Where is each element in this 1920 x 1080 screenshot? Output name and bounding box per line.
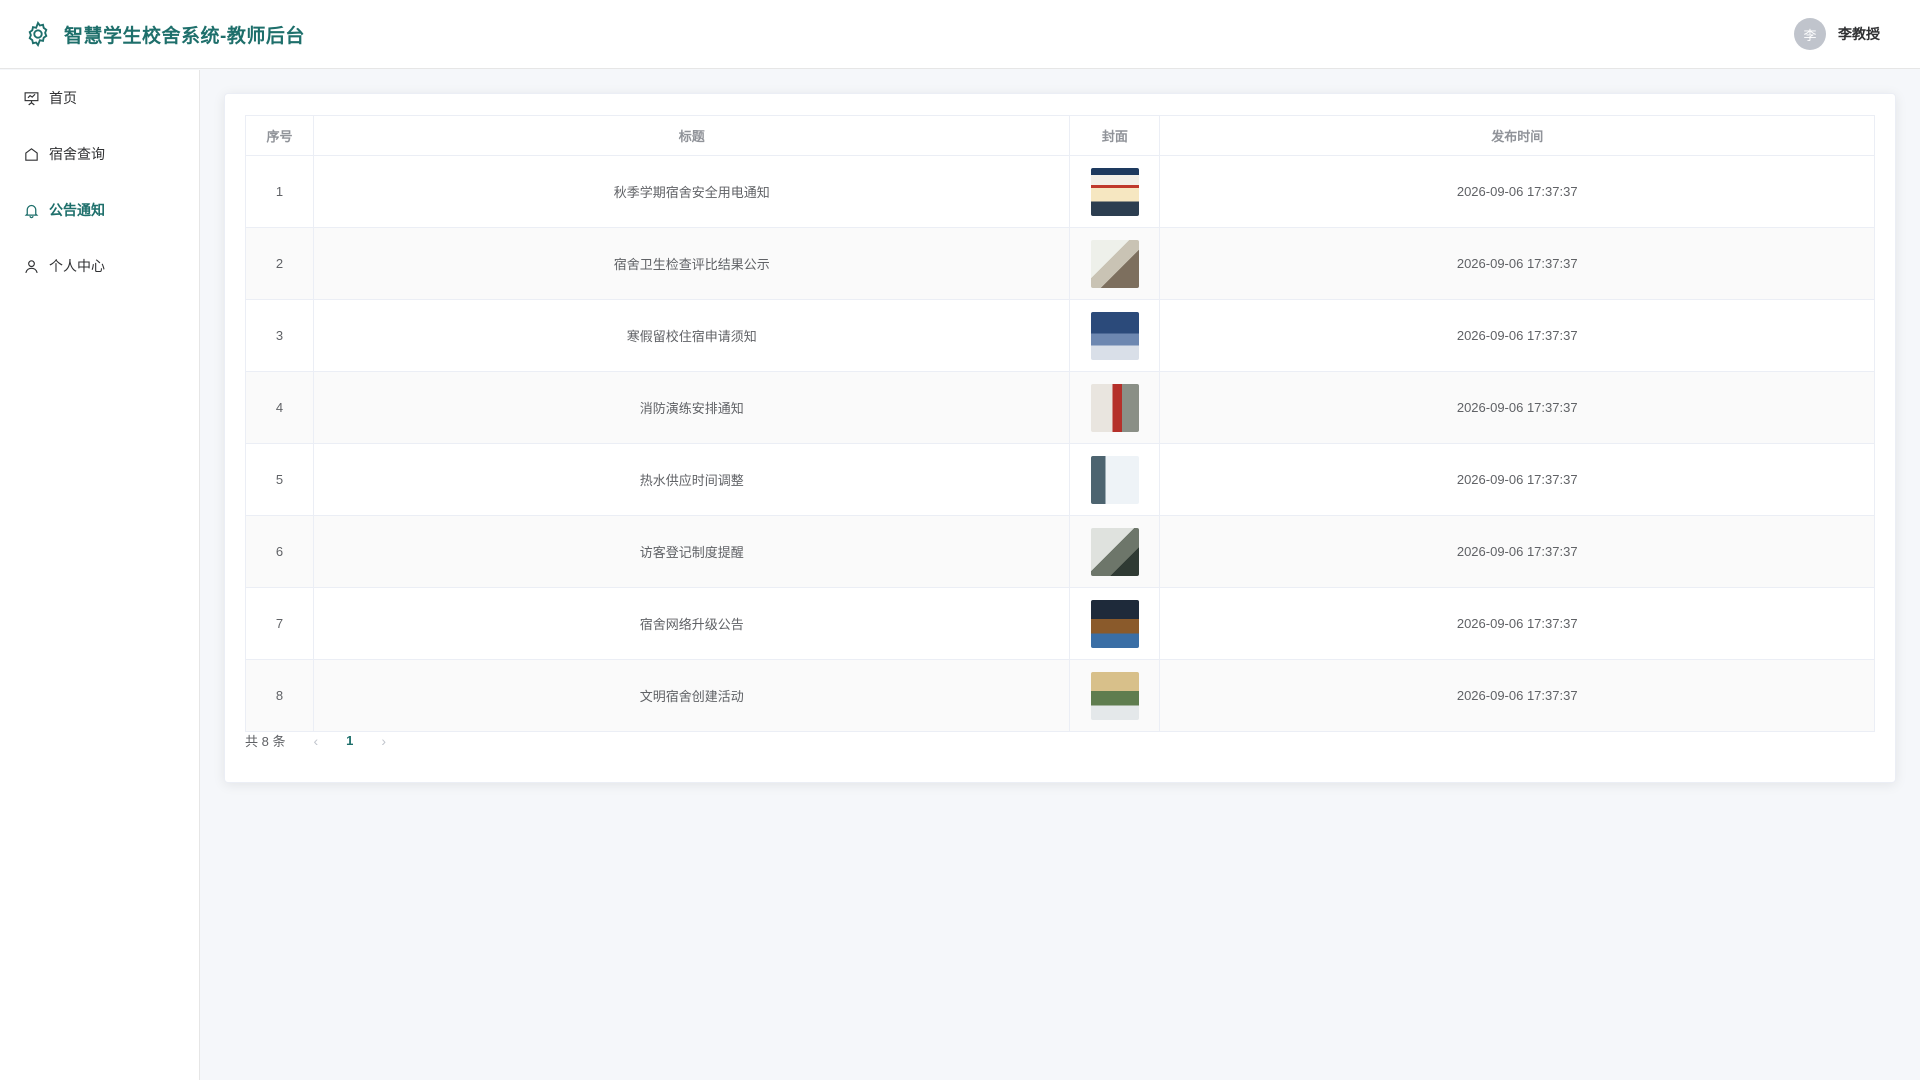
cover-image[interactable]	[1090, 383, 1139, 432]
row-time: 2026-09-06 17:37:37	[1159, 515, 1875, 588]
row-title[interactable]: 宿舍卫生检查评比结果公示	[312, 227, 1071, 300]
pagination: 共 8 条 ‹ 1 ›	[245, 731, 386, 750]
row-index: 1	[245, 155, 314, 228]
row-title[interactable]: 宿舍网络升级公告	[312, 587, 1071, 660]
gear-icon	[28, 20, 48, 48]
row-cover[interactable]	[1069, 299, 1161, 372]
page-number-current[interactable]: 1	[346, 733, 353, 748]
table-row[interactable]: 5 热水供应时间调整 2026-09-06 17:37:37	[245, 443, 1875, 516]
row-cover[interactable]	[1069, 443, 1161, 516]
row-time: 2026-09-06 17:37:37	[1159, 227, 1875, 300]
pagination-total: 共 8 条	[245, 734, 286, 749]
brand: 智慧学生校舍系统-教师后台	[24, 20, 305, 48]
cover-image[interactable]	[1090, 527, 1139, 576]
row-cover[interactable]	[1069, 587, 1161, 660]
table-row[interactable]: 8 文明宿舍创建活动 2026-09-06 17:37:37	[245, 659, 1875, 732]
row-time: 2026-09-06 17:37:37	[1159, 659, 1875, 732]
avatar[interactable]: 李	[1794, 18, 1826, 50]
cover-image[interactable]	[1090, 239, 1139, 288]
row-index: 3	[245, 299, 314, 372]
row-cover[interactable]	[1069, 371, 1161, 444]
top-header: 智慧学生校舍系统-教师后台 李 李教授	[0, 0, 1920, 69]
row-title[interactable]: 热水供应时间调整	[312, 443, 1071, 516]
cover-image[interactable]	[1090, 167, 1139, 216]
cover-image[interactable]	[1090, 671, 1139, 720]
row-time: 2026-09-06 17:37:37	[1159, 299, 1875, 372]
app-title: 智慧学生校舍系统-教师后台	[64, 25, 305, 47]
user-menu[interactable]: 李 李教授	[1794, 18, 1880, 50]
table-header-row: 序号 标题 封面 发布时间	[245, 115, 1875, 156]
row-cover[interactable]	[1069, 515, 1161, 588]
sidebar-item-notices[interactable]: 公告通知	[0, 182, 199, 238]
column-header-title[interactable]: 标题	[312, 115, 1071, 156]
column-header-cover[interactable]: 封面	[1069, 115, 1161, 156]
column-header-time[interactable]: 发布时间	[1159, 115, 1875, 156]
table-row[interactable]: 2 宿舍卫生检查评比结果公示 2026-09-06 17:37:37	[245, 227, 1875, 300]
column-header-index[interactable]: 序号	[245, 115, 314, 156]
cover-image[interactable]	[1090, 599, 1139, 648]
row-time: 2026-09-06 17:37:37	[1159, 155, 1875, 228]
username[interactable]: 李教授	[1838, 24, 1880, 44]
row-time: 2026-09-06 17:37:37	[1159, 371, 1875, 444]
chevron-left-icon[interactable]: ‹	[313, 733, 318, 749]
table-row[interactable]: 1 秋季学期宿舍安全用电通知 2026-09-06 17:37:37	[245, 155, 1875, 228]
sidebar-item-label: 宿舍查询	[49, 146, 105, 162]
row-index: 6	[245, 515, 314, 588]
home-icon	[25, 147, 38, 161]
row-index: 4	[245, 371, 314, 444]
chevron-right-icon[interactable]: ›	[381, 733, 386, 749]
row-title[interactable]: 寒假留校住宿申请须知	[312, 299, 1071, 372]
row-index: 2	[245, 227, 314, 300]
row-title[interactable]: 秋季学期宿舍安全用电通知	[312, 155, 1071, 228]
sidebar: 首页 宿舍查询 公告通知 个人中心	[0, 70, 200, 1080]
row-title[interactable]: 消防演练安排通知	[312, 371, 1071, 444]
table-row[interactable]: 4 消防演练安排通知 2026-09-06 17:37:37	[245, 371, 1875, 444]
row-cover[interactable]	[1069, 659, 1161, 732]
table-row[interactable]: 7 宿舍网络升级公告 2026-09-06 17:37:37	[245, 587, 1875, 660]
row-time: 2026-09-06 17:37:37	[1159, 443, 1875, 516]
sidebar-item-profile[interactable]: 个人中心	[0, 238, 199, 294]
sidebar-item-label: 首页	[49, 90, 77, 106]
row-index: 5	[245, 443, 314, 516]
presentation-board-icon	[24, 91, 39, 105]
row-cover[interactable]	[1069, 155, 1161, 228]
bell-icon	[24, 204, 39, 218]
row-index: 8	[245, 659, 314, 732]
row-cover[interactable]	[1069, 227, 1161, 300]
row-title[interactable]: 文明宿舍创建活动	[312, 659, 1071, 732]
notice-list-card: 序号 标题 封面 发布时间 1 秋季学期宿舍安全用电通知 2026-09-06 …	[224, 93, 1896, 783]
table-row[interactable]: 3 寒假留校住宿申请须知 2026-09-06 17:37:37	[245, 299, 1875, 372]
sidebar-item-dorm-query[interactable]: 宿舍查询	[0, 126, 199, 182]
user-icon	[25, 259, 38, 273]
row-time: 2026-09-06 17:37:37	[1159, 587, 1875, 660]
row-title[interactable]: 访客登记制度提醒	[312, 515, 1071, 588]
table-row[interactable]: 6 访客登记制度提醒 2026-09-06 17:37:37	[245, 515, 1875, 588]
notice-table: 序号 标题 封面 发布时间 1 秋季学期宿舍安全用电通知 2026-09-06 …	[245, 115, 1875, 732]
cover-image[interactable]	[1090, 311, 1139, 360]
sidebar-item-label: 个人中心	[49, 258, 105, 274]
sidebar-item-label: 公告通知	[49, 202, 105, 218]
sidebar-item-home[interactable]: 首页	[0, 70, 199, 126]
cover-image[interactable]	[1090, 455, 1139, 504]
row-index: 7	[245, 587, 314, 660]
